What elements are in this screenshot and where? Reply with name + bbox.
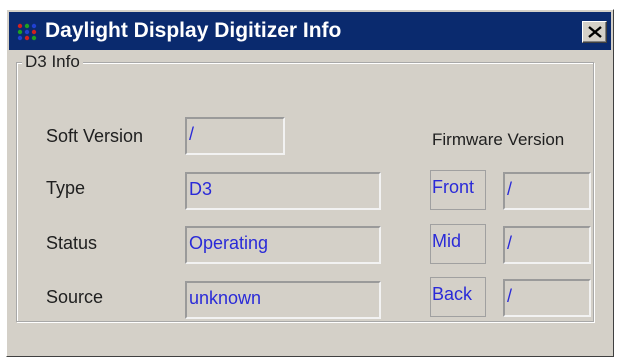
group-label: D3 Info [22, 51, 83, 73]
soft-version-field[interactable]: / [185, 117, 285, 155]
type-field[interactable]: D3 [185, 172, 381, 210]
status-label: Status [46, 233, 98, 253]
source-field[interactable]: unknown [185, 281, 381, 319]
type-label: Type [46, 178, 86, 198]
firmware-back-field[interactable]: / [503, 279, 591, 317]
close-button[interactable] [582, 21, 607, 43]
soft-version-label: Soft Version [46, 126, 144, 146]
firmware-mid-field[interactable]: / [503, 226, 591, 264]
source-label: Source [46, 287, 104, 307]
firmware-version-heading: Firmware Version [432, 130, 565, 149]
firmware-front-field[interactable]: / [503, 172, 591, 210]
title-bar[interactable]: Daylight Display Digitizer Info [9, 12, 611, 50]
app-dots-icon [16, 22, 38, 42]
firmware-mid-label: Mid [430, 224, 486, 264]
firmware-front-label: Front [430, 170, 486, 210]
window-title: Daylight Display Digitizer Info [45, 19, 342, 42]
firmware-back-label: Back [430, 277, 486, 317]
status-field[interactable]: Operating [185, 226, 381, 264]
